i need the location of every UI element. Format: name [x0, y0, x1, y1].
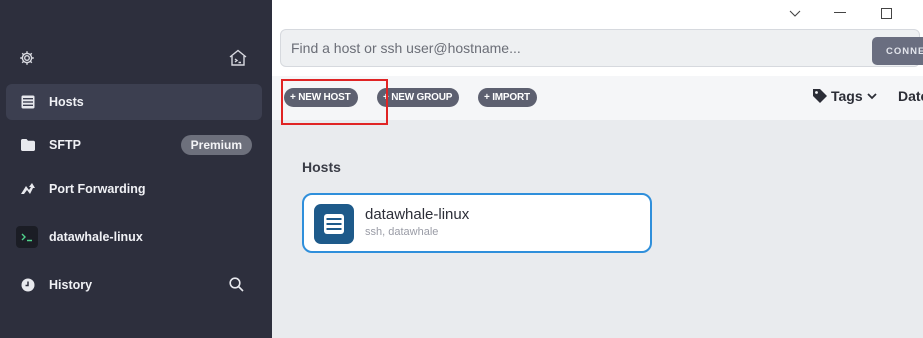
title-bar	[272, 0, 923, 26]
date-sort[interactable]: Date	[898, 88, 923, 104]
sidebar-item-label: datawhale-linux	[49, 230, 143, 244]
sidebar-item-port-forwarding[interactable]: Port Forwarding	[6, 171, 262, 207]
sidebar-item-label: Hosts	[49, 95, 84, 109]
history-icon	[20, 277, 36, 293]
connect-button[interactable]: CONNECT	[872, 37, 923, 65]
host-card[interactable]: datawhale-linux ssh, datawhale	[302, 193, 652, 253]
hosts-icon	[20, 94, 36, 110]
search-box: CONNECT	[280, 29, 923, 67]
search-area: CONNECT	[272, 26, 923, 76]
terminal-icon	[16, 226, 38, 248]
tags-filter[interactable]: Tags	[812, 88, 877, 104]
sidebar-item-datawhale-linux[interactable]: datawhale-linux	[6, 219, 262, 255]
folder-icon	[20, 137, 36, 153]
server-icon	[314, 204, 354, 244]
host-name: datawhale-linux	[365, 206, 470, 223]
host-subtitle: ssh, datawhale	[365, 226, 439, 238]
main-panel: CONNECT + NEW HOST + NEW GROUP + IMPORT …	[272, 0, 923, 338]
port-forwarding-icon	[20, 181, 36, 197]
sidebar-item-history[interactable]: History	[6, 267, 262, 303]
highlight-box	[281, 79, 388, 125]
gear-icon[interactable]	[15, 46, 39, 70]
new-group-button[interactable]: + NEW GROUP	[377, 88, 460, 107]
sidebar-item-label: History	[49, 278, 93, 292]
chevron-down-icon[interactable]	[787, 5, 803, 21]
hosts-section-title: Hosts	[302, 159, 341, 175]
sidebar-item-label: Port Forwarding	[49, 182, 146, 196]
sidebar-item-hosts[interactable]: Hosts	[6, 84, 262, 120]
tags-label: Tags	[831, 88, 863, 104]
premium-badge: Premium	[180, 135, 252, 155]
home-terminal-icon[interactable]	[226, 46, 250, 70]
tag-icon	[812, 88, 828, 104]
sidebar-item-label: SFTP	[49, 138, 81, 152]
maximize-icon[interactable]	[878, 5, 894, 21]
minimize-icon[interactable]	[832, 5, 848, 21]
sidebar-item-sftp[interactable]: SFTP Premium	[6, 127, 262, 163]
search-icon[interactable]	[229, 277, 244, 297]
import-button[interactable]: + IMPORT	[478, 88, 537, 107]
search-input[interactable]	[291, 30, 851, 66]
chevron-down-icon	[867, 92, 877, 100]
toolbar: + NEW HOST + NEW GROUP + IMPORT Tags Dat…	[272, 76, 923, 125]
sidebar: Hosts SFTP Premium Port Forwarding dataw…	[0, 0, 272, 338]
